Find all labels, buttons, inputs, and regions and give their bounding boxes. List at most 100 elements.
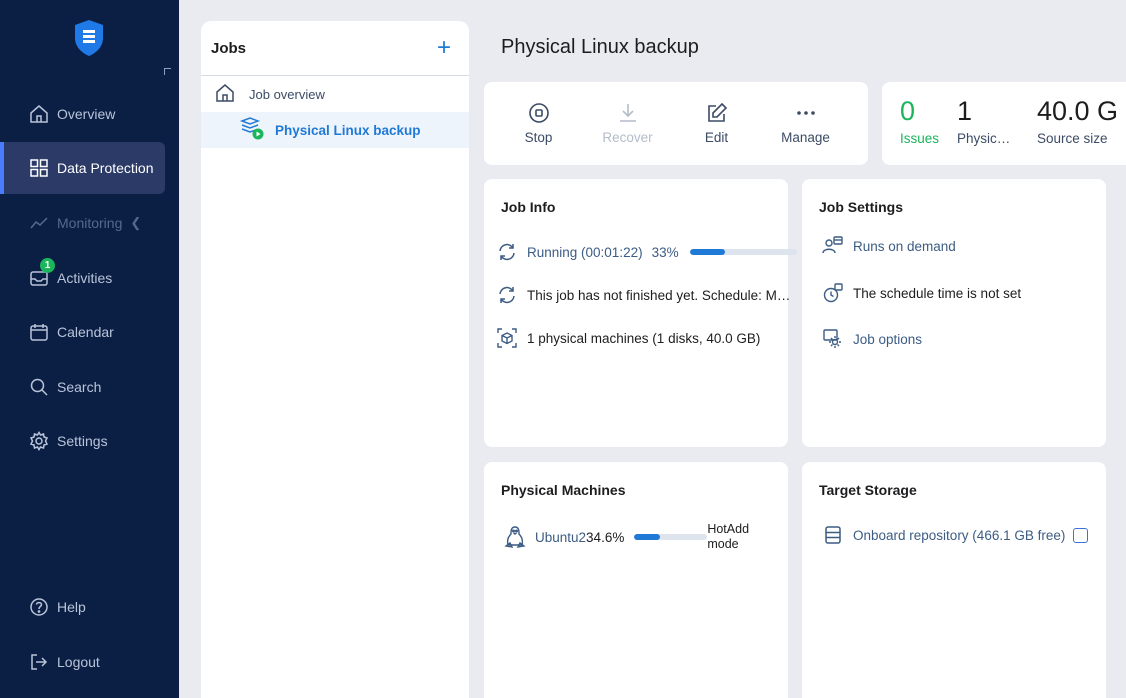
sidebar-item-label: Data Protection (57, 160, 154, 176)
sidebar-item-label: Overview (57, 106, 116, 122)
job-options-link[interactable]: Job options (853, 332, 922, 347)
manage-button[interactable]: Manage (761, 82, 850, 165)
target-storage-card: Target Storage Onboard repository (466.1… (802, 462, 1106, 698)
issues-label: Issues (900, 131, 940, 146)
stop-icon (528, 103, 549, 123)
refresh-icon (496, 284, 518, 306)
shield-logo-icon (75, 20, 103, 56)
machine-progress-percent: 34.6% (586, 529, 625, 545)
target-storage-title: Target Storage (819, 482, 917, 498)
machine-name-link[interactable]: Ubuntu2 (535, 530, 586, 545)
job-options-row: Job options (822, 328, 922, 350)
machine-progress-fill (634, 534, 660, 540)
sidebar-collapse-toggle[interactable] (164, 68, 171, 75)
job-progress-bar (689, 249, 797, 255)
sidebar-item-monitoring[interactable]: Monitoring ❮ (0, 197, 165, 249)
stat-source-size: 40.0 G Source size (1037, 96, 1118, 146)
transport-mode-line2: mode (707, 537, 739, 551)
chevron-left-icon: ❮ (130, 215, 142, 230)
help-icon (28, 596, 50, 618)
tree-item-job-overview[interactable]: Job overview (201, 76, 469, 112)
job-toolbar: Stop Recover Edit Manage (484, 82, 868, 165)
schedule-time-text: The schedule time is not set (853, 285, 1022, 301)
runs-on-demand-link[interactable]: Runs on demand (853, 239, 956, 254)
jobs-title: Jobs (211, 39, 247, 57)
download-icon (619, 104, 636, 122)
tree-item-physical-linux-backup[interactable]: Physical Linux backup (201, 112, 469, 148)
source-value: 40.0 G (1037, 96, 1119, 126)
physical-machines-card: Physical Machines Ubuntu2 34.6% HotAdd m… (484, 462, 788, 698)
recover-button[interactable]: Recover (583, 82, 672, 165)
sidebar-item-label: Logout (57, 654, 100, 670)
refresh-icon (496, 241, 518, 263)
sidebar-item-help[interactable]: Help (0, 581, 165, 633)
job-settings-title: Job Settings (819, 199, 904, 215)
physical-label: Physic… (957, 131, 1011, 146)
job-schedule-row: This job has not finished yet. Schedule:… (496, 284, 790, 306)
issues-value: 0 (900, 96, 916, 126)
sidebar-item-data-protection[interactable]: Data Protection (0, 142, 165, 194)
repository-row: Onboard repository (466.1 GB free) (822, 524, 1065, 546)
add-job-button[interactable]: + (437, 36, 451, 60)
edit-button[interactable]: Edit (672, 82, 761, 165)
gear-options-icon (822, 328, 844, 350)
job-progress-percent: 33% (651, 244, 679, 260)
physical-machines-title: Physical Machines (501, 482, 626, 498)
sidebar-item-activities[interactable]: 1 Activities (0, 252, 165, 304)
storage-icon (822, 524, 844, 546)
job-stats: 0 Issues 1 Physic… 40.0 G Source size (882, 82, 1126, 165)
grid-icon (28, 157, 50, 179)
sidebar-item-overview[interactable]: Overview (0, 88, 165, 140)
job-info-title: Job Info (501, 199, 556, 215)
home-icon (215, 83, 235, 106)
user-schedule-icon (822, 235, 844, 257)
search-icon (28, 376, 50, 398)
sidebar-item-label: Settings (57, 433, 108, 449)
recover-label: Recover (602, 130, 653, 145)
machine-progress-bar (634, 534, 708, 540)
calendar-icon (28, 321, 50, 343)
jobs-panel: Jobs + Job overview Physical Linux backu… (201, 21, 469, 698)
runs-on-demand-row: Runs on demand (822, 235, 956, 257)
job-status-link[interactable]: Running (00:01:22) (527, 245, 643, 260)
linux-penguin-icon (504, 526, 526, 548)
machine-row: Ubuntu2 34.6% HotAdd mode (504, 522, 749, 552)
physical-machine-icon (496, 327, 518, 349)
jobs-header: Jobs + (201, 21, 469, 76)
sidebar-item-logout[interactable]: Logout (0, 636, 165, 688)
stat-issues[interactable]: 0 Issues (900, 96, 939, 146)
gear-icon (28, 430, 50, 452)
stat-physical: 1 Physic… (957, 96, 1010, 146)
transport-mode: HotAdd mode (707, 522, 749, 552)
sidebar-item-settings[interactable]: Settings (0, 415, 165, 467)
edit-icon (707, 102, 727, 122)
chart-line-icon (28, 212, 50, 234)
job-schedule-text: This job has not finished yet. Schedule:… (527, 287, 791, 303)
page-title: Physical Linux backup (501, 36, 699, 58)
sidebar: Overview Data Protection Monitoring ❮ 1 … (0, 0, 179, 698)
clock-calendar-icon (822, 282, 844, 304)
sidebar-item-label: Monitoring (57, 215, 123, 231)
tree-item-label: Physical Linux backup (275, 122, 421, 138)
edit-label: Edit (704, 130, 729, 145)
transport-mode-line1: HotAdd (707, 522, 750, 536)
sidebar-item-label: Activities (57, 270, 113, 286)
sidebar-item-label: Help (57, 599, 86, 615)
inbox-icon: 1 (28, 258, 55, 289)
sidebar-item-search[interactable]: Search (0, 361, 165, 413)
schedule-time-row: The schedule time is not set (822, 282, 1021, 304)
sidebar-item-calendar[interactable]: Calendar (0, 306, 165, 358)
job-settings-card: Job Settings Runs on demand The schedule… (802, 179, 1106, 447)
more-dots-icon (796, 111, 815, 115)
activities-badge: 1 (40, 258, 55, 273)
repository-link[interactable]: Onboard repository (466.1 GB free) (853, 528, 1065, 543)
source-label: Source size (1037, 131, 1108, 146)
job-machines-row: 1 physical machines (1 disks, 40.0 GB) (496, 327, 760, 349)
job-machines-text: 1 physical machines (1 disks, 40.0 GB) (527, 330, 761, 346)
stop-label: Stop (524, 130, 553, 145)
sidebar-item-label: Calendar (57, 324, 114, 340)
tree-item-label: Job overview (249, 86, 325, 102)
stop-button[interactable]: Stop (494, 82, 583, 165)
job-info-card: Job Info Running (00:01:22) 33% This job… (484, 179, 797, 447)
repository-checkbox[interactable] (1073, 528, 1088, 543)
